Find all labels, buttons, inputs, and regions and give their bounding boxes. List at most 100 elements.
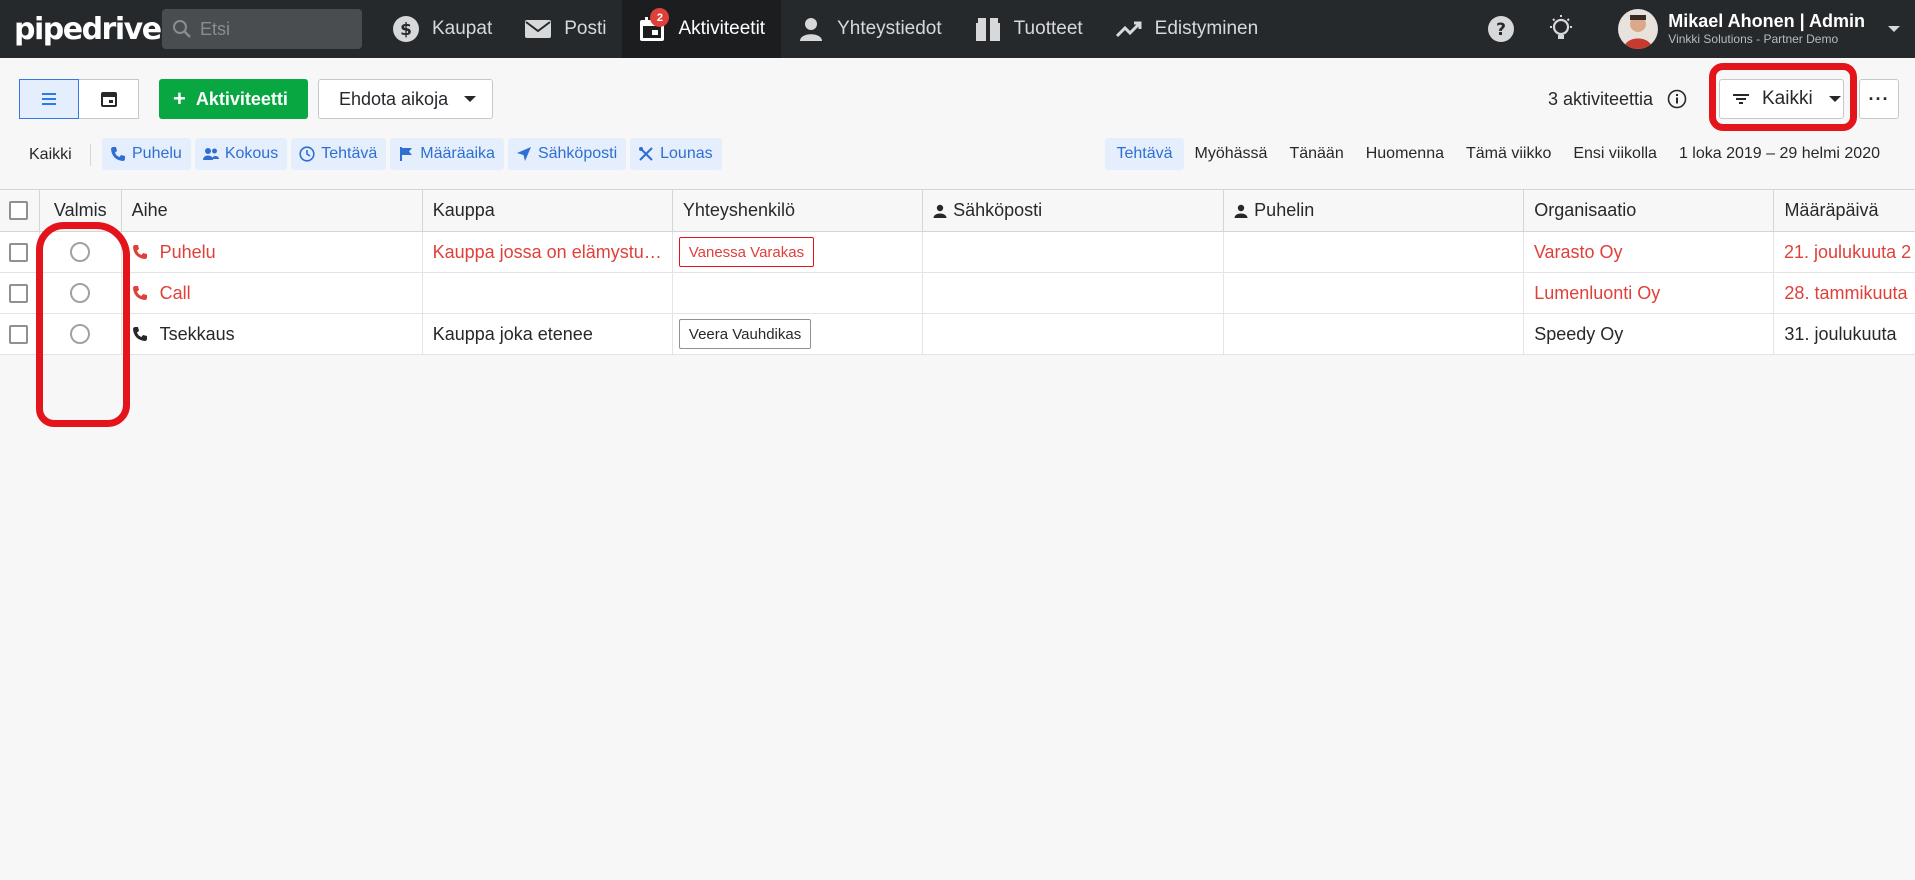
info-icon[interactable] [1667,89,1687,109]
mark-done-toggle[interactable] [70,283,91,303]
email-cell[interactable] [923,232,1224,272]
user-name: Mikael Ahonen | Admin [1668,11,1865,31]
column-header-label: Sähköposti [953,200,1043,220]
activity-count-label: 3 aktiviteettia [1548,88,1654,109]
clock-icon [299,146,315,162]
period-this-week[interactable]: Tämä viikko [1455,138,1562,170]
subject-cell[interactable]: Puhelu [122,232,423,272]
row-select-cell [0,273,40,313]
type-chip-task[interactable]: Tehtävä [291,138,387,170]
subject-text: Puhelu [159,241,216,262]
phone-cell[interactable] [1224,314,1525,354]
deal-cell[interactable]: Kauppa jossa on elämystu… [423,232,673,272]
select-all-checkbox[interactable] [9,201,28,220]
type-chip-deadline[interactable]: Määräaika [390,138,504,170]
due-cell[interactable]: 31. joulukuuta [1774,314,1909,354]
nav-item-products[interactable]: Tuotteet [958,0,1099,58]
type-chip-lunch[interactable]: Lounas [630,138,722,170]
avatar[interactable] [1618,9,1659,49]
person-cell[interactable] [673,273,924,313]
lightbulb-icon[interactable] [1546,14,1576,44]
list-icon [42,93,56,105]
email-cell[interactable] [923,314,1225,354]
period-today[interactable]: Tänään [1278,138,1354,170]
column-header-due[interactable]: Määräpäivä [1774,190,1909,231]
activities-toolbar: + Aktiviteetti Ehdota aikoja 3 aktivitee… [0,58,1915,136]
mark-done-toggle[interactable] [70,324,91,344]
row-checkbox[interactable] [9,283,28,303]
mail-icon [525,20,552,38]
main-nav: $ Kaupat Posti 2 Aktiviteetit Yhteystied… [376,0,1274,58]
org-cell[interactable]: Lumenluonti Oy [1524,273,1775,313]
person-cell: Veera Vauhdikas [673,314,924,354]
view-toggle [19,79,139,119]
type-chip-meeting[interactable]: Kokous [194,138,288,170]
person-chip[interactable]: Vanessa Varakas [678,237,815,267]
column-header-phone[interactable]: Puhelin [1224,190,1525,231]
calendar-view-button[interactable] [79,79,139,119]
person-icon [1234,204,1248,218]
nav-item-activities[interactable]: 2 Aktiviteetit [622,0,782,58]
subject-cell[interactable]: Tsekkaus [122,314,423,354]
nav-item-insights[interactable]: Edistyminen [1099,0,1275,58]
nav-item-contacts[interactable]: Yhteystiedot [781,0,958,58]
org-cell[interactable]: Speedy Oy [1524,314,1775,354]
table-row[interactable]: Puhelu Kauppa jossa on elämystu… Vanessa… [0,232,1915,273]
org-cell[interactable]: Varasto Oy [1524,232,1775,272]
table-row[interactable]: Call Lumenluonti Oy 28. tammikuuta [0,273,1915,314]
person-cell: Vanessa Varakas [673,232,923,272]
period-next-week[interactable]: Ensi viikolla [1562,138,1668,170]
deal-cell[interactable] [423,273,673,313]
nav-item-mail[interactable]: Posti [508,0,622,58]
select-all-cell [0,190,40,231]
search-icon [173,20,191,38]
pipedrive-logo[interactable]: pipedrive [14,12,162,47]
nav-item-deals[interactable]: $ Kaupat [376,0,508,58]
type-chip-call[interactable]: Puhelu [102,138,191,170]
phone-cell[interactable] [1224,273,1525,313]
list-view-button[interactable] [19,79,79,119]
column-settings[interactable] [1909,190,1915,231]
period-date-range[interactable]: 1 loka 2019 – 29 helmi 2020 [1668,138,1891,170]
add-activity-button[interactable]: + Aktiviteetti [159,79,308,119]
type-chip-email[interactable]: Sähköposti [507,138,627,170]
user-menu[interactable]: Mikael Ahonen | Admin Vinkki Solutions -… [1668,11,1865,47]
due-cell[interactable]: 21. joulukuuta 2 [1774,232,1911,272]
row-spacer [1909,273,1915,313]
column-header-done[interactable]: Valmis [40,190,122,231]
chevron-down-icon[interactable] [1887,22,1901,36]
email-cell[interactable] [923,273,1225,313]
filter-button[interactable]: Kaikki [1719,79,1844,119]
column-header-subject[interactable]: Aihe [122,190,423,231]
type-chip-label: Tehtävä [321,145,378,162]
mark-done-toggle[interactable] [70,242,91,262]
column-header-person[interactable]: Yhteyshenkilö [673,190,924,231]
row-checkbox[interactable] [9,324,28,344]
column-header-org[interactable]: Organisaatio [1524,190,1775,231]
deal-cell[interactable]: Kauppa joka etenee [423,314,673,354]
add-activity-label: Aktiviteetti [195,88,288,109]
nav-item-label: Aktiviteetit [678,18,766,39]
phone-cell[interactable] [1224,232,1524,272]
type-chips: Puhelu Kokous Tehtävä Määräaika Sähköpos… [102,138,726,170]
subject-cell[interactable]: Call [122,273,423,313]
type-filter-all[interactable]: Kaikki [29,146,72,164]
box-icon [975,18,1000,41]
avatar-image [1618,9,1659,49]
search-box[interactable] [162,9,362,49]
person-chip[interactable]: Veera Vauhdikas [678,319,812,349]
due-cell[interactable]: 28. tammikuuta [1774,273,1909,313]
column-header-deal[interactable]: Kauppa [423,190,673,231]
search-input[interactable] [200,18,350,40]
divider [90,144,91,166]
period-overdue[interactable]: Myöhässä [1184,138,1279,170]
period-tomorrow[interactable]: Huomenna [1355,138,1455,170]
period-todo[interactable]: Tehtävä [1105,138,1184,170]
suggest-times-button[interactable]: Ehdota aikoja [318,79,494,119]
table-row[interactable]: Tsekkaus Kauppa joka etenee Veera Vauhdi… [0,314,1915,355]
row-checkbox[interactable] [9,242,28,262]
column-header-email[interactable]: Sähköposti [923,190,1225,231]
help-icon[interactable]: ? [1486,14,1516,44]
caret-down-icon [1828,96,1841,102]
more-options-button[interactable]: ··· [1859,79,1899,119]
